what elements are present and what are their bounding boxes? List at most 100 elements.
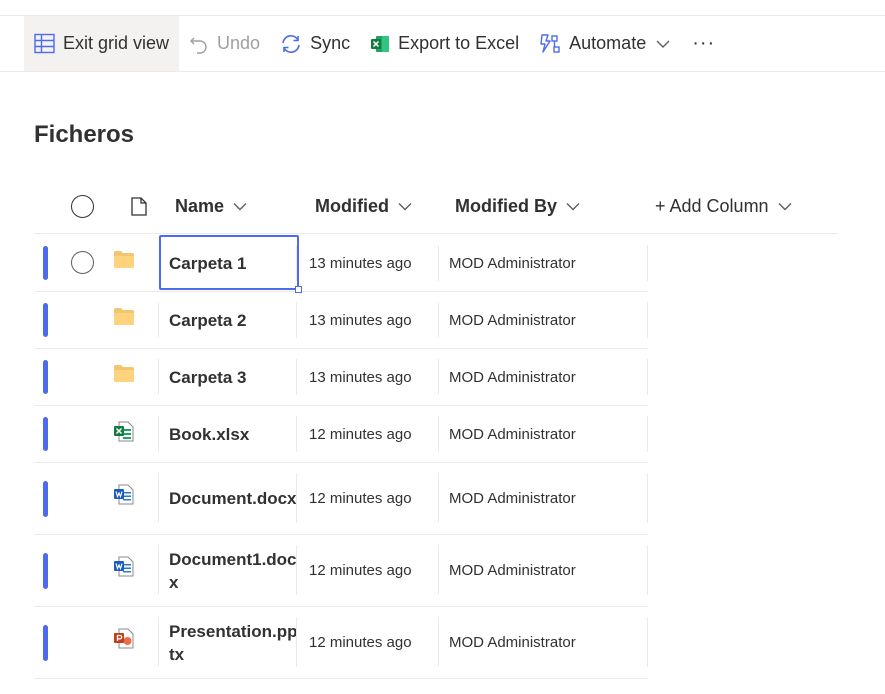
automate-icon bbox=[540, 33, 560, 53]
modified-cell[interactable]: 13 minutes ago bbox=[298, 292, 439, 348]
sync-label: Sync bbox=[310, 33, 351, 53]
modified-by-cell[interactable]: MOD Administrator bbox=[439, 607, 648, 678]
cell-divider bbox=[296, 473, 297, 523]
chevron-down-icon bbox=[566, 202, 580, 210]
modified-cell[interactable]: 13 minutes ago bbox=[298, 235, 439, 291]
excel-icon bbox=[371, 35, 390, 52]
cell-divider bbox=[158, 302, 159, 338]
folder-icon bbox=[114, 251, 134, 273]
sync-button[interactable]: Sync bbox=[270, 16, 360, 71]
cell-divider bbox=[647, 416, 648, 452]
cell-divider bbox=[647, 545, 648, 595]
add-column-button[interactable]: + Add Column bbox=[655, 178, 792, 234]
word-file-icon bbox=[114, 484, 134, 510]
command-bar-divider bbox=[0, 71, 885, 72]
cell-divider bbox=[296, 359, 297, 395]
grid-view-icon bbox=[34, 33, 55, 54]
modified-header-label: Modified bbox=[315, 195, 389, 216]
column-header-row: Name Modified Modified By + Add Column bbox=[34, 178, 838, 234]
table-row[interactable]: Presentation.pptx 12 minutes ago MOD Adm… bbox=[34, 607, 648, 679]
modified-cell[interactable]: 13 minutes ago bbox=[298, 349, 439, 405]
cell-divider bbox=[296, 416, 297, 452]
table-row[interactable]: Document.docx 12 minutes ago MOD Adminis… bbox=[34, 463, 648, 535]
column-header-name[interactable]: Name bbox=[175, 178, 247, 234]
name-cell[interactable]: Book.xlsx bbox=[158, 406, 298, 462]
cell-divider bbox=[438, 359, 439, 395]
more-options-button[interactable]: ··· bbox=[680, 16, 727, 71]
table-row[interactable]: Carpeta 2 13 minutes ago MOD Administrat… bbox=[34, 292, 648, 349]
modified-by-cell[interactable]: MOD Administrator bbox=[439, 235, 648, 291]
undo-label: Undo bbox=[217, 33, 261, 53]
column-header-modified-by[interactable]: Modified By bbox=[455, 178, 580, 234]
modified-cell[interactable]: 12 minutes ago bbox=[298, 535, 439, 606]
word-file-icon bbox=[114, 556, 134, 582]
cell-divider bbox=[647, 245, 648, 281]
modified-by-cell[interactable]: MOD Administrator bbox=[439, 535, 648, 606]
automate-label: Automate bbox=[569, 33, 647, 53]
row-indicator bbox=[43, 553, 48, 589]
more-options-icon: ··· bbox=[692, 32, 716, 54]
row-indicator bbox=[43, 303, 48, 337]
undo-icon bbox=[190, 37, 207, 54]
row-indicator bbox=[43, 481, 48, 517]
cell-divider bbox=[647, 359, 648, 395]
exit-grid-view-button[interactable]: Exit grid view bbox=[24, 16, 180, 71]
name-cell[interactable]: Presentation.pptx bbox=[158, 607, 298, 678]
cell-divider bbox=[647, 617, 648, 667]
automate-menu-button[interactable]: Automate bbox=[529, 16, 680, 71]
folder-icon bbox=[114, 365, 134, 387]
modified-by-cell[interactable]: MOD Administrator bbox=[439, 292, 648, 348]
cell-divider bbox=[296, 545, 297, 595]
folder-icon bbox=[114, 308, 134, 330]
name-cell[interactable]: Carpeta 2 bbox=[158, 292, 298, 348]
cell-divider bbox=[647, 473, 648, 523]
cell-divider bbox=[158, 359, 159, 395]
name-cell[interactable]: Document.docx bbox=[158, 463, 298, 534]
chevron-down-icon bbox=[656, 40, 670, 48]
cell-divider bbox=[296, 617, 297, 667]
modified-by-cell[interactable]: MOD Administrator bbox=[439, 349, 648, 405]
chevron-down-icon bbox=[398, 202, 412, 210]
cell-divider bbox=[438, 545, 439, 595]
cell-divider bbox=[438, 302, 439, 338]
cell-focus-outline bbox=[159, 235, 302, 293]
modified-cell[interactable]: 12 minutes ago bbox=[298, 607, 439, 678]
modified-by-cell[interactable]: MOD Administrator bbox=[439, 463, 648, 534]
select-all-circle-icon bbox=[71, 194, 94, 218]
row-indicator bbox=[43, 360, 48, 394]
select-all-checkbox[interactable] bbox=[71, 178, 94, 234]
exit-grid-view-label: Exit grid view bbox=[63, 33, 170, 53]
name-header-label: Name bbox=[175, 195, 225, 216]
cell-divider bbox=[438, 617, 439, 667]
table-row[interactable]: Book.xlsx 12 minutes ago MOD Administrat… bbox=[34, 406, 648, 463]
command-bar: Exit grid view Undo Sync Export to Excel bbox=[24, 16, 885, 71]
cell-divider bbox=[438, 473, 439, 523]
export-to-excel-button[interactable]: Export to Excel bbox=[360, 16, 529, 71]
cell-divider bbox=[158, 617, 159, 667]
excel-file-icon bbox=[114, 421, 134, 447]
export-to-excel-label: Export to Excel bbox=[398, 33, 520, 53]
table-row[interactable]: Document1.docx 12 minutes ago MOD Admini… bbox=[34, 535, 648, 607]
cell-divider bbox=[158, 473, 159, 523]
file-type-icon bbox=[131, 196, 147, 216]
sync-icon bbox=[282, 34, 300, 53]
name-cell[interactable]: Document1.docx bbox=[158, 535, 298, 606]
name-cell[interactable]: Carpeta 3 bbox=[158, 349, 298, 405]
file-type-header[interactable] bbox=[122, 178, 147, 234]
modified-cell[interactable]: 12 minutes ago bbox=[298, 463, 439, 534]
chevron-down-icon bbox=[778, 202, 792, 210]
table-row[interactable]: Carpeta 1 13 minutes ago MOD Administrat… bbox=[34, 235, 648, 293]
modified-by-header-label: Modified By bbox=[455, 195, 557, 216]
powerpoint-file-icon bbox=[114, 628, 134, 654]
modified-cell[interactable]: 12 minutes ago bbox=[298, 406, 439, 462]
chevron-down-icon bbox=[233, 202, 247, 210]
cell-divider bbox=[438, 245, 439, 281]
row-indicator bbox=[43, 246, 48, 280]
column-header-modified[interactable]: Modified bbox=[315, 178, 412, 234]
row-select-circle[interactable] bbox=[71, 251, 94, 274]
table-row[interactable]: Carpeta 3 13 minutes ago MOD Administrat… bbox=[34, 349, 648, 406]
undo-button[interactable]: Undo bbox=[179, 16, 270, 71]
cell-divider bbox=[296, 302, 297, 338]
cell-divider bbox=[158, 416, 159, 452]
modified-by-cell[interactable]: MOD Administrator bbox=[439, 406, 648, 462]
